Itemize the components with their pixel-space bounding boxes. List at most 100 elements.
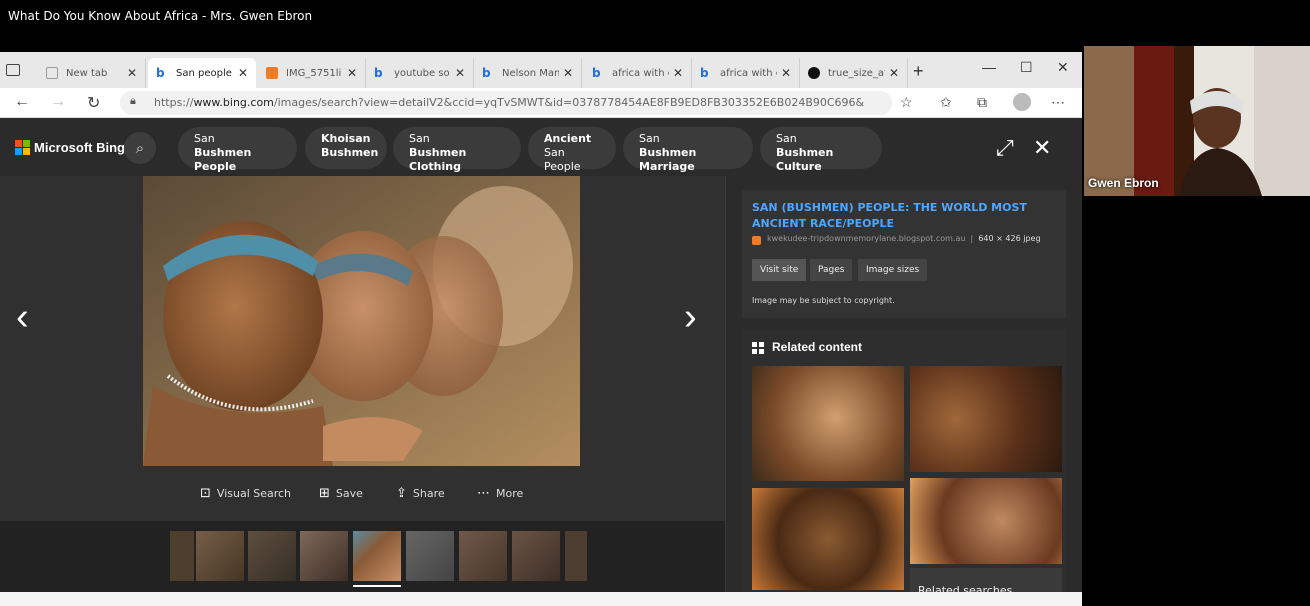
related-image[interactable] bbox=[910, 478, 1062, 564]
url-field[interactable]: 🔒︎ https://www.bing.com/images/search?vi… bbox=[120, 91, 892, 115]
participant-video: Gwen Ebron bbox=[1084, 46, 1310, 196]
close-icon[interactable]: ✕ bbox=[127, 66, 137, 80]
tab-label: Nelson Man bbox=[502, 67, 559, 79]
address-bar: ← → ↻ 🔒︎ https://www.bing.com/images/sea… bbox=[0, 88, 1082, 118]
chip-khoisan-bushmen[interactable]: Khoisan Bushmen bbox=[305, 127, 387, 169]
main-image[interactable] bbox=[143, 176, 580, 466]
tab-img[interactable]: IMG_5751li ✕ bbox=[258, 58, 366, 88]
blogger-icon bbox=[752, 236, 761, 245]
microsoft-logo-icon bbox=[15, 140, 30, 155]
close-icon[interactable]: ✕ bbox=[238, 66, 248, 80]
tab-new-tab[interactable]: New tab ✕ bbox=[38, 58, 146, 88]
chip-san-bushmen-culture[interactable]: San Bushmen Culture bbox=[760, 127, 882, 173]
favorites-icon[interactable]: ✩ bbox=[940, 94, 952, 111]
expand-icon[interactable]: ⤢ bbox=[996, 135, 1014, 161]
forward-icon[interactable]: → bbox=[50, 93, 66, 111]
source-domain[interactable]: kwekudee-tripdownmemorylane.blogspot.com… bbox=[767, 234, 965, 243]
image-viewer: ‹ › ⊡ Visual Search ⊞ Save ⇪ Share ⋯ Mor… bbox=[0, 176, 725, 521]
more-button[interactable]: ⋯ More bbox=[477, 486, 523, 501]
pages-button[interactable]: Pages bbox=[810, 259, 853, 281]
bing-icon: b bbox=[482, 66, 491, 80]
source-line: kwekudee-tripdownmemorylane.blogspot.com… bbox=[767, 234, 1041, 243]
chip-line2: Bushmen bbox=[321, 146, 379, 159]
tab-label: true_size_afr bbox=[828, 67, 885, 79]
tab-label: youtube so bbox=[394, 67, 450, 79]
bing-brand[interactable]: Microsoft Bing bbox=[34, 140, 125, 155]
close-icon[interactable]: ✕ bbox=[563, 66, 573, 80]
url-path: /images/search?view=detailV2&ccid=yqTvSM… bbox=[273, 96, 864, 109]
chip-line1: Ancient bbox=[544, 132, 592, 145]
thumbnail[interactable] bbox=[565, 531, 587, 581]
thumbnail[interactable] bbox=[406, 531, 454, 581]
refresh-icon[interactable]: ↻ bbox=[87, 93, 100, 113]
chip-san-bushmen-people[interactable]: San Bushmen People bbox=[178, 127, 297, 173]
new-tab-button[interactable]: + bbox=[913, 61, 924, 82]
save-label: Save bbox=[335, 487, 363, 500]
more-menu-icon[interactable]: ⋯ bbox=[1051, 94, 1065, 111]
tab-africa-2[interactable]: b africa with c ✕ bbox=[692, 58, 800, 88]
tab-youtube[interactable]: b youtube so ✕ bbox=[366, 58, 474, 88]
search-icon: ⌕ bbox=[135, 139, 145, 157]
next-image-icon[interactable]: › bbox=[684, 296, 697, 339]
visual-search-label: Visual Search bbox=[216, 487, 292, 500]
thumbnail[interactable] bbox=[196, 531, 244, 581]
chip-line1: San bbox=[639, 132, 660, 145]
visit-site-button[interactable]: Visit site bbox=[752, 259, 807, 281]
chip-san-bushmen-marriage[interactable]: San Bushmen Marriage bbox=[623, 127, 753, 173]
tab-nelson[interactable]: b Nelson Man ✕ bbox=[474, 58, 582, 88]
minimize-icon[interactable]: — bbox=[982, 59, 996, 75]
bing-icon: b bbox=[592, 66, 601, 80]
thumbnail[interactable] bbox=[170, 531, 194, 581]
bing-icon: b bbox=[700, 66, 709, 80]
collections-icon[interactable]: ⧉ bbox=[977, 94, 987, 111]
avatar[interactable] bbox=[1013, 93, 1031, 111]
url-host: www.bing.com bbox=[193, 96, 274, 109]
share-button[interactable]: ⇪ Share bbox=[396, 486, 445, 501]
image-sizes-button[interactable]: Image sizes bbox=[858, 259, 928, 281]
tab-san-people[interactable]: b San people ✕ bbox=[148, 58, 256, 88]
close-icon[interactable]: ✕ bbox=[889, 66, 899, 80]
chip-ancient-san-people[interactable]: Ancient San People bbox=[528, 127, 616, 173]
close-icon[interactable]: ✕ bbox=[347, 66, 357, 80]
close-icon[interactable]: ✕ bbox=[673, 66, 683, 80]
selected-indicator bbox=[353, 585, 401, 587]
close-icon[interactable]: ✕ bbox=[455, 66, 465, 80]
save-button[interactable]: ⊞ Save bbox=[319, 486, 363, 501]
tab-label: San people bbox=[176, 67, 232, 79]
visual-search-button[interactable]: ⊡ Visual Search bbox=[200, 486, 291, 501]
chip-line2: San People bbox=[544, 146, 581, 173]
favorites-add-icon[interactable]: ☆ bbox=[900, 94, 913, 111]
github-icon bbox=[808, 67, 820, 79]
divider bbox=[725, 176, 726, 606]
chip-line1: Khoisan bbox=[321, 132, 371, 145]
tab-actions-icon[interactable] bbox=[6, 64, 20, 76]
tab-label: New tab bbox=[66, 67, 108, 79]
image-size: 640 × 426 jpeg bbox=[978, 234, 1041, 243]
related-content-title: Related content bbox=[772, 340, 863, 354]
close-window-icon[interactable]: ✕ bbox=[1057, 59, 1069, 76]
chip-san-bushmen-clothing[interactable]: San Bushmen Clothing bbox=[393, 127, 521, 173]
thumbnail[interactable] bbox=[248, 531, 296, 581]
thumbnail[interactable] bbox=[512, 531, 560, 581]
tab-africa-1[interactable]: b africa with c ✕ bbox=[584, 58, 692, 88]
search-button[interactable]: ⌕ bbox=[124, 132, 156, 164]
share-icon: ⇪ bbox=[396, 486, 407, 501]
thumbnail[interactable] bbox=[300, 531, 348, 581]
thumbnail[interactable] bbox=[459, 531, 507, 581]
chip-line2: Bushmen Culture bbox=[776, 146, 834, 173]
tab-label: africa with c bbox=[720, 67, 777, 79]
main-image-photo bbox=[143, 176, 580, 466]
close-icon[interactable]: ✕ bbox=[1033, 135, 1051, 161]
thumbnail-selected[interactable] bbox=[353, 531, 401, 581]
back-icon[interactable]: ← bbox=[14, 93, 30, 111]
tab-label: africa with c bbox=[612, 67, 669, 79]
related-image[interactable] bbox=[910, 366, 1062, 472]
close-icon[interactable]: ✕ bbox=[781, 66, 791, 80]
visual-search-icon: ⊡ bbox=[200, 486, 211, 501]
previous-image-icon[interactable]: ‹ bbox=[16, 296, 29, 339]
maximize-icon[interactable]: ☐ bbox=[1020, 59, 1033, 76]
tab-true-size[interactable]: true_size_afr ✕ bbox=[800, 58, 908, 88]
image-title-link[interactable]: SAN (BUSHMEN) PEOPLE: THE WORLD MOST ANC… bbox=[752, 200, 1052, 232]
related-image[interactable] bbox=[752, 366, 904, 481]
related-image[interactable] bbox=[752, 488, 904, 590]
